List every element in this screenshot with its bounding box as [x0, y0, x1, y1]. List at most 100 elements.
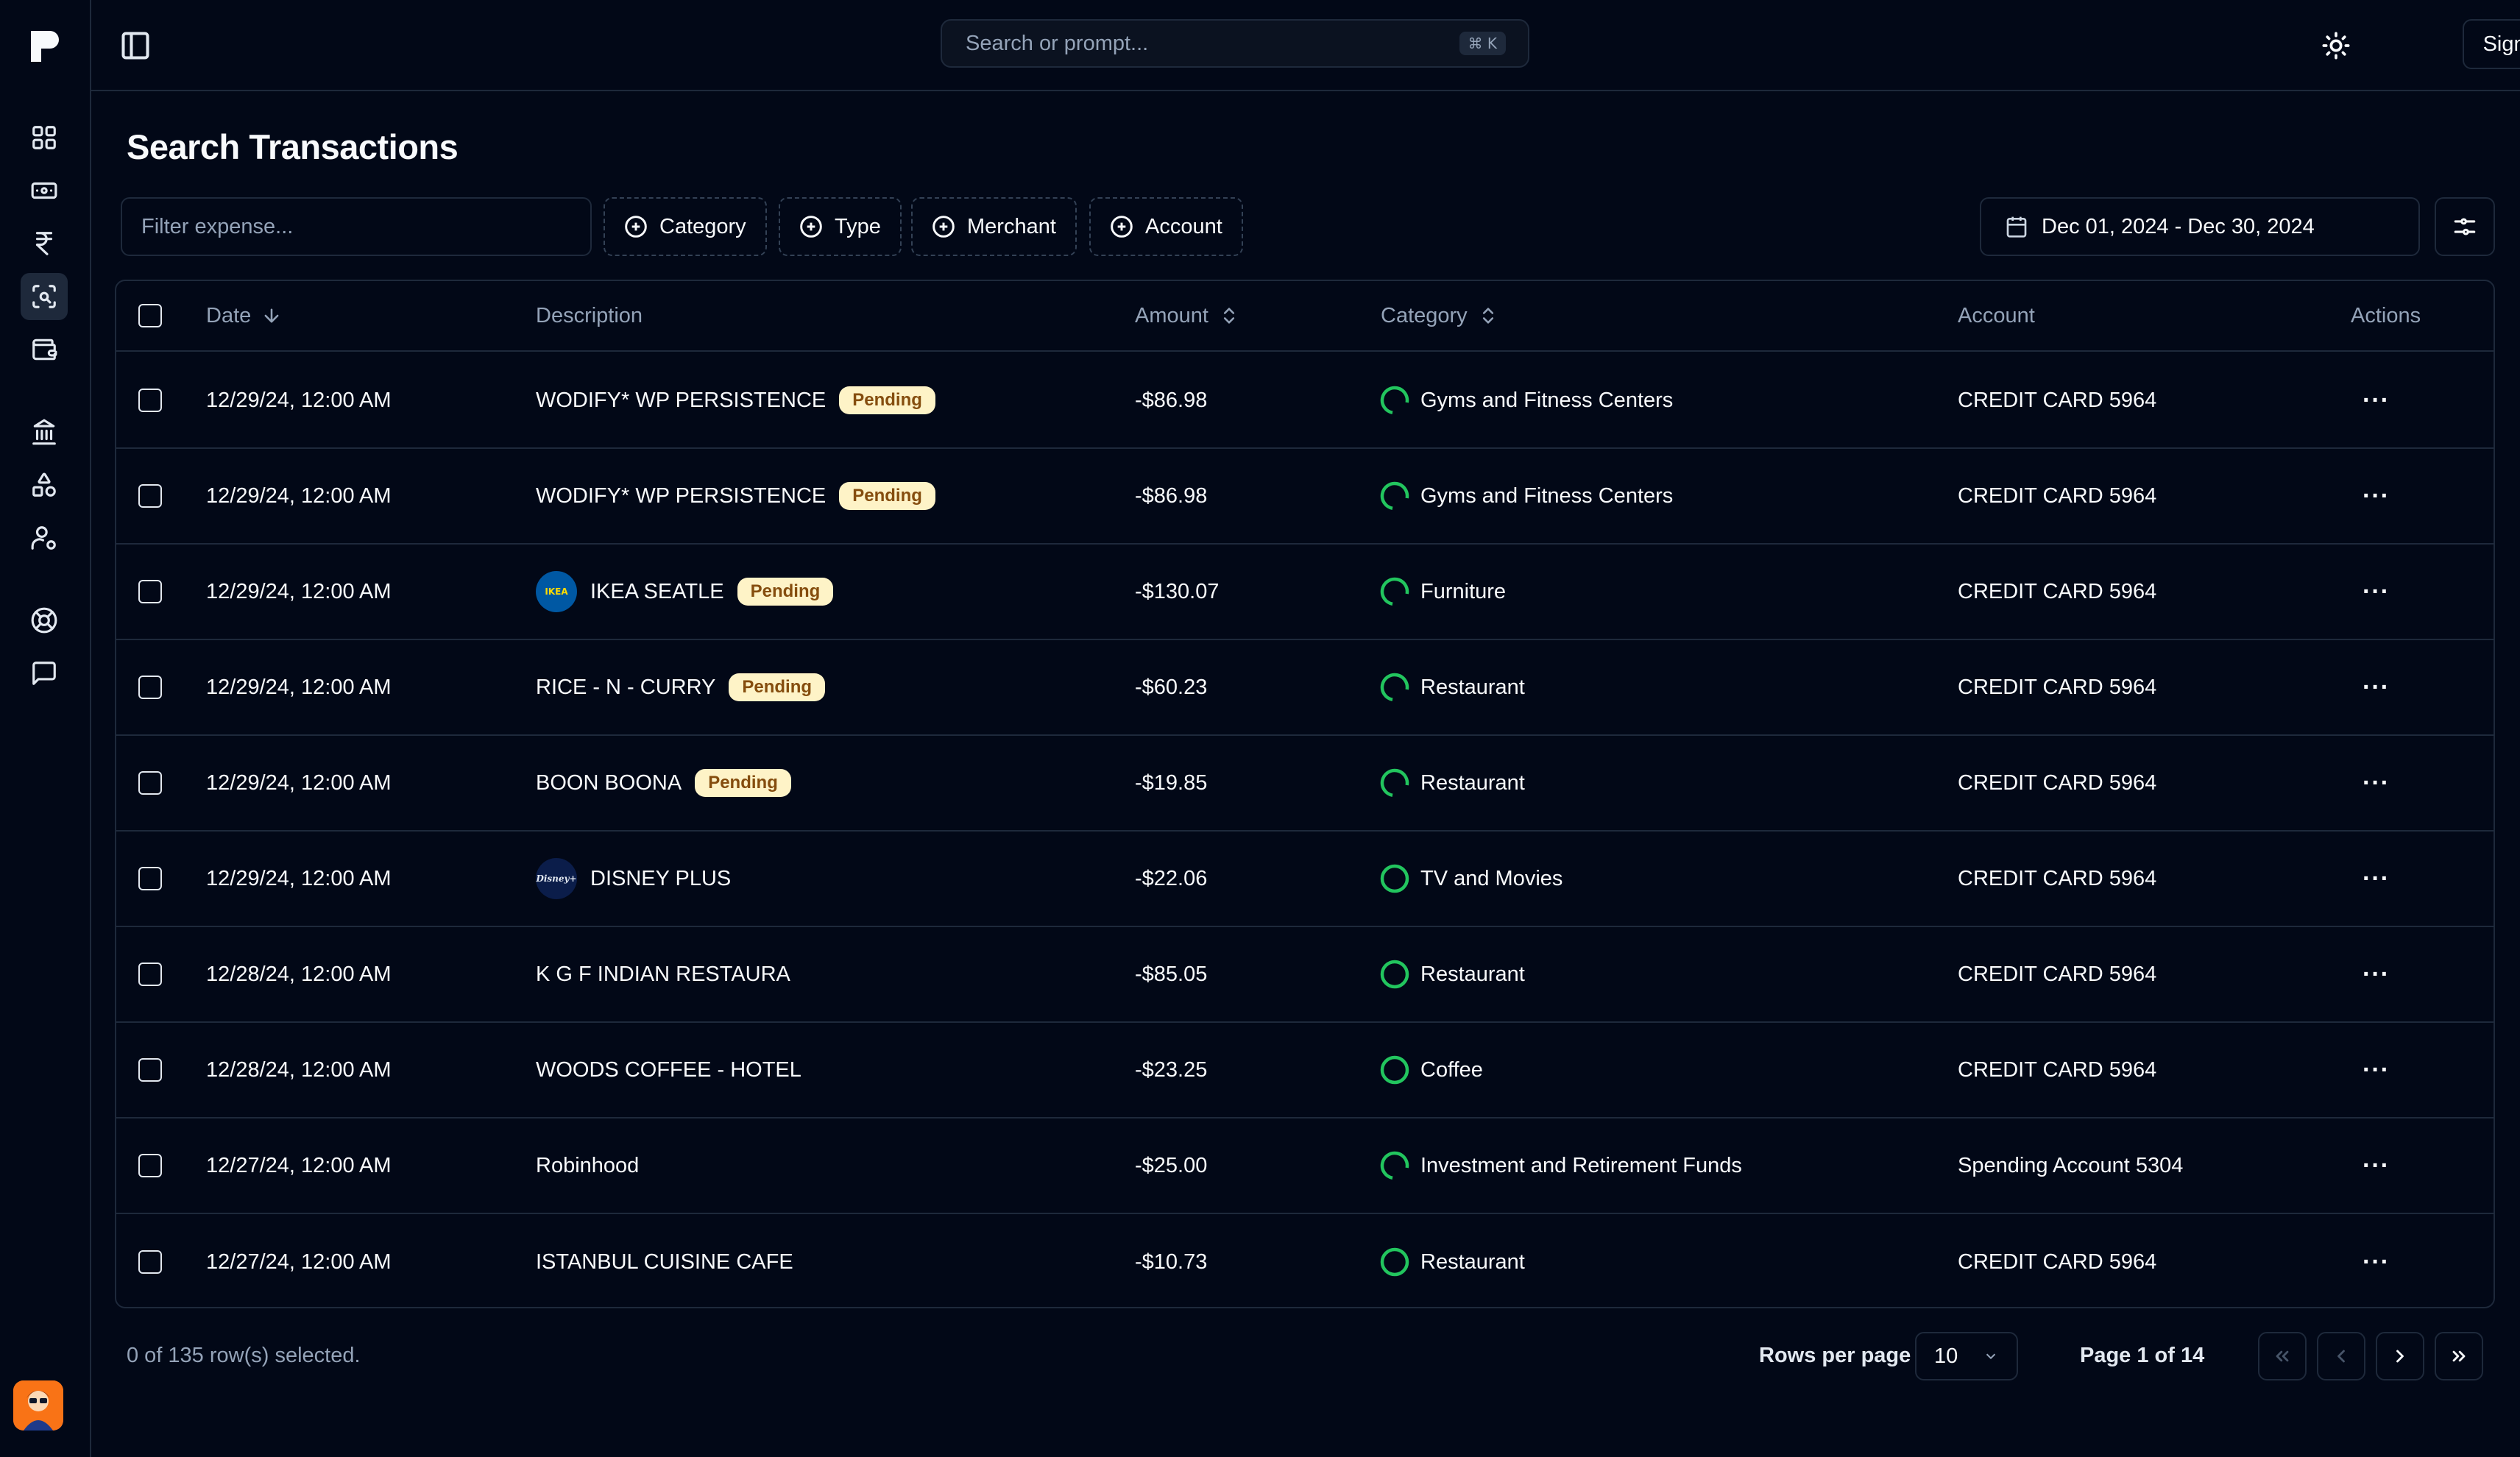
row-select-cell	[138, 1023, 162, 1117]
row-select-cell	[138, 927, 162, 1021]
row-checkbox[interactable]	[138, 484, 162, 508]
row-checkbox[interactable]	[138, 389, 162, 412]
first-page-button[interactable]	[2258, 1332, 2307, 1380]
transaction-category: Coffee	[1420, 1057, 1483, 1082]
nav-support[interactable]	[21, 597, 68, 644]
transaction-account: CREDIT CARD 5964	[1958, 1249, 2157, 1274]
view-options-button[interactable]	[2435, 197, 2495, 256]
nav-accounts[interactable]	[21, 408, 68, 455]
filter-chip-account[interactable]: Account	[1089, 197, 1243, 256]
nav-categories[interactable]	[21, 461, 68, 508]
table-row[interactable]: 12/27/24, 12:00 AM ISTANBUL CUISINE CAFE…	[116, 1214, 2494, 1307]
more-actions-button[interactable]: ···	[2362, 482, 2390, 511]
more-actions-button[interactable]: ···	[2362, 769, 2390, 798]
category-cell[interactable]: Investment and Retirement Funds	[1379, 1119, 1742, 1213]
filter-chip-label: Account	[1145, 214, 1222, 238]
transaction-description: IKEA SEATLE	[590, 579, 724, 603]
table-row[interactable]: 12/29/24, 12:00 AM RICE - N - CURRY Pend…	[116, 640, 2494, 736]
select-all-checkbox[interactable]	[138, 304, 162, 327]
next-page-button[interactable]	[2376, 1332, 2424, 1380]
category-cell[interactable]: Restaurant	[1379, 927, 1525, 1021]
column-date[interactable]: Date	[206, 281, 282, 350]
pending-badge: Pending	[729, 673, 826, 701]
nav-wallet[interactable]	[21, 326, 68, 373]
more-actions-button[interactable]: ···	[2362, 578, 2390, 606]
row-checkbox[interactable]	[138, 580, 162, 603]
category-cell[interactable]: Restaurant	[1379, 1214, 1525, 1307]
more-actions-button[interactable]: ···	[2362, 386, 2390, 415]
plus-circle-icon	[932, 216, 955, 238]
rows-per-page-select[interactable]: 10	[1915, 1332, 2018, 1380]
table-row[interactable]: 12/29/24, 12:00 AM WODIFY* WP PERSISTENC…	[116, 353, 2494, 449]
account-cell: CREDIT CARD 5964	[1958, 1023, 2156, 1117]
category-cell[interactable]: Restaurant	[1379, 736, 1525, 830]
nav-user-settings[interactable]	[21, 514, 68, 561]
nav-currency[interactable]	[21, 220, 68, 267]
nav-search-transactions[interactable]	[21, 273, 68, 320]
sign-out-button[interactable]: Sign Out	[2463, 19, 2520, 69]
theme-toggle-button[interactable]	[2315, 25, 2357, 66]
transaction-description: BOON BOONA	[536, 770, 682, 795]
row-checkbox[interactable]	[138, 1058, 162, 1082]
actions-cell: ···	[2362, 1214, 2390, 1307]
date-range-picker[interactable]: Dec 01, 2024 - Dec 30, 2024	[1980, 197, 2420, 256]
sliders-icon	[2454, 218, 2476, 235]
expense-filter-input[interactable]	[140, 213, 573, 240]
description-cell: WOODS COFFEE - HOTEL	[536, 1023, 801, 1117]
more-actions-button[interactable]: ···	[2362, 960, 2390, 989]
category-cell[interactable]: Gyms and Fitness Centers	[1379, 353, 1673, 447]
account-cell: CREDIT CARD 5964	[1958, 832, 2156, 926]
table-row[interactable]: 12/27/24, 12:00 AM Robinhood -$25.00 Inv…	[116, 1119, 2494, 1214]
transaction-account: Spending Account 5304	[1958, 1153, 2184, 1177]
last-page-button[interactable]	[2435, 1332, 2483, 1380]
row-checkbox[interactable]	[138, 771, 162, 795]
transaction-description: Robinhood	[536, 1153, 640, 1177]
nav-dashboard[interactable]	[21, 114, 68, 161]
row-checkbox[interactable]	[138, 1154, 162, 1177]
filter-chip-merchant[interactable]: Merchant	[911, 197, 1077, 256]
actions-cell: ···	[2362, 353, 2390, 447]
table-row[interactable]: 12/28/24, 12:00 AM WOODS COFFEE - HOTEL …	[116, 1023, 2494, 1119]
column-category[interactable]: Category	[1381, 281, 1498, 350]
table-row[interactable]: 12/29/24, 12:00 AM WODIFY* WP PERSISTENC…	[116, 449, 2494, 545]
filter-chip-category[interactable]: Category	[604, 197, 767, 256]
nav-feedback[interactable]	[21, 650, 68, 697]
sidebar-toggle-button[interactable]	[116, 26, 155, 65]
more-actions-button[interactable]: ···	[2362, 1248, 2390, 1277]
transaction-date: 12/29/24, 12:00 AM	[206, 866, 392, 890]
category-cell[interactable]: Restaurant	[1379, 640, 1525, 734]
category-cell[interactable]: Furniture	[1379, 545, 1506, 639]
transaction-category: Investment and Retirement Funds	[1420, 1153, 1742, 1177]
more-actions-button[interactable]: ···	[2362, 1152, 2390, 1180]
row-checkbox[interactable]	[138, 867, 162, 890]
pending-badge: Pending	[839, 482, 935, 510]
search-input[interactable]	[964, 30, 1459, 57]
more-actions-button[interactable]: ···	[2362, 673, 2390, 702]
date-cell: 12/29/24, 12:00 AM	[206, 353, 392, 447]
table-row[interactable]: 12/29/24, 12:00 AM IKEA IKEA SEATLE Pend…	[116, 545, 2494, 640]
row-checkbox[interactable]	[138, 963, 162, 986]
more-actions-button[interactable]: ···	[2362, 865, 2390, 893]
table-row[interactable]: 12/29/24, 12:00 AM BOON BOONA Pending -$…	[116, 736, 2494, 832]
row-checkbox[interactable]	[138, 676, 162, 699]
nav-transactions[interactable]	[21, 167, 68, 214]
more-actions-button[interactable]: ···	[2362, 1056, 2390, 1085]
row-checkbox[interactable]	[138, 1250, 162, 1274]
description-cell: WODIFY* WP PERSISTENCE Pending	[536, 353, 935, 447]
expense-filter[interactable]	[121, 197, 592, 256]
global-search[interactable]: ⌘ K	[941, 19, 1529, 68]
table-row[interactable]: 12/29/24, 12:00 AM Disney+ DISNEY PLUS -…	[116, 832, 2494, 927]
app-logo[interactable]	[28, 28, 60, 65]
category-cell[interactable]: Coffee	[1379, 1023, 1483, 1117]
category-cell[interactable]: Gyms and Fitness Centers	[1379, 449, 1673, 543]
filter-chip-type[interactable]: Type	[779, 197, 902, 256]
category-status-icon	[1380, 1055, 1409, 1085]
shapes-icon	[32, 472, 56, 497]
avatar[interactable]	[13, 1380, 63, 1431]
column-amount[interactable]: Amount	[1135, 281, 1239, 350]
select-all-cell	[138, 281, 162, 350]
account-cell: CREDIT CARD 5964	[1958, 449, 2156, 543]
category-cell[interactable]: TV and Movies	[1379, 832, 1562, 926]
table-row[interactable]: 12/28/24, 12:00 AM K G F INDIAN RESTAURA…	[116, 927, 2494, 1023]
previous-page-button[interactable]	[2317, 1332, 2365, 1380]
